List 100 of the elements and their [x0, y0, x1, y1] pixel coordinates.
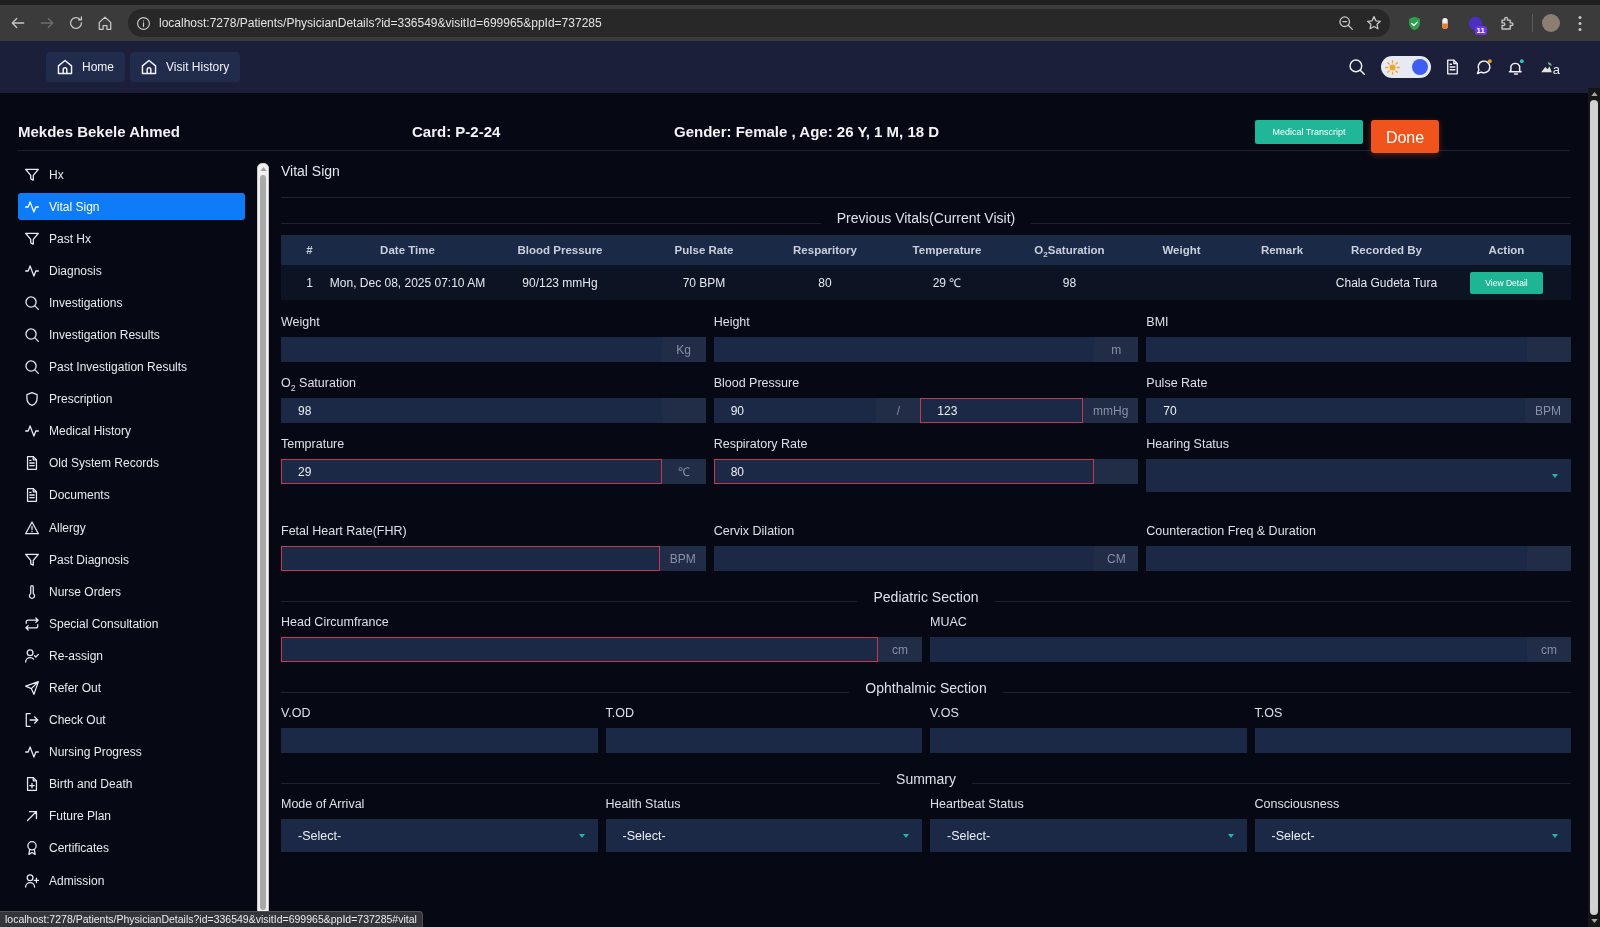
sidebar-item[interactable]: Investigations — [18, 289, 245, 317]
status-url: localhost:7278/Patients/PhysicianDetails?id=336549&visitId=699965&ppId=737285#vital — [0, 911, 423, 927]
sidebar-item[interactable]: Refer Out — [18, 674, 245, 702]
nav-link[interactable]: Home — [46, 52, 125, 82]
section-title: Pediatric Section — [873, 587, 979, 606]
column-header: Resparitory — [793, 244, 857, 256]
section-title: Summary — [896, 769, 956, 788]
sidebar-item[interactable]: Special Consultation — [18, 610, 245, 638]
input-addon — [661, 398, 706, 423]
unit-addon: ℃ — [661, 459, 706, 484]
zoom-icon[interactable] — [1339, 16, 1353, 30]
exit-icon — [25, 713, 39, 728]
input-field[interactable]: 90 — [713, 398, 877, 423]
caret-icon — [1552, 833, 1558, 838]
input-field[interactable]: 80 — [713, 459, 1095, 484]
unit-addon: m — [1094, 337, 1139, 362]
sidebar-item[interactable]: Re-assign — [18, 642, 245, 670]
sidebar-item[interactable]: Past Diagnosis — [18, 546, 245, 574]
sidebar-item[interactable]: Old System Records — [18, 449, 245, 477]
address-bar[interactable]: localhost:7278/Patients/PhysicianDetails?id=336549&visitId=699965&ppId=737285 — [128, 9, 1390, 37]
field-label: Head Circumfrance — [281, 614, 389, 629]
column-header: Date Time — [380, 244, 435, 256]
input-addon — [1094, 459, 1139, 484]
input-field[interactable]: 123 — [920, 398, 1083, 423]
back-icon[interactable] — [11, 16, 25, 30]
select-field[interactable]: -Select- — [281, 819, 598, 852]
theme-toggle[interactable] — [1380, 56, 1431, 78]
column-header: Pulse Rate — [674, 244, 734, 256]
select-field[interactable]: -Select- — [605, 819, 922, 852]
sidebar-item[interactable]: Admission — [18, 867, 245, 895]
star-icon[interactable] — [1367, 16, 1381, 30]
shield-icon — [25, 392, 39, 407]
input-field[interactable] — [713, 546, 1095, 571]
sidebar-item[interactable]: Future Plan — [18, 802, 245, 830]
input-field[interactable] — [281, 728, 598, 753]
sidebar-item[interactable]: Certificates — [18, 834, 245, 862]
input-field[interactable] — [605, 728, 922, 753]
sidebar-item[interactable]: Diagnosis — [18, 257, 245, 285]
sun-icon — [1384, 59, 1400, 75]
puzzle-icon[interactable] — [1500, 15, 1515, 31]
sidebar-item[interactable]: Check Out — [18, 706, 245, 734]
sidebar-item[interactable]: Prescription — [18, 385, 245, 413]
profile-avatar[interactable] — [1542, 14, 1560, 32]
search-icon — [25, 295, 39, 310]
sidebar-item[interactable]: Nurse Orders — [18, 578, 245, 606]
input-field[interactable] — [281, 337, 662, 362]
search-icon[interactable] — [1348, 59, 1365, 75]
select-field[interactable]: -Select- — [1254, 819, 1571, 852]
award-icon — [25, 841, 39, 856]
capsule-icon[interactable] — [1439, 15, 1451, 31]
input-field[interactable] — [281, 637, 878, 662]
patient-demographics: Gender: Female , Age: 26 Y, 1 M, 18 D — [674, 122, 941, 142]
image-alt-text: a — [1552, 62, 1560, 77]
input-field[interactable] — [930, 728, 1247, 753]
sidebar-item[interactable]: Vital Sign — [18, 193, 245, 221]
home-icon[interactable] — [98, 16, 112, 30]
sidebar-item[interactable]: Medical History — [18, 417, 245, 445]
select-field[interactable]: -Select- — [930, 819, 1247, 852]
extension-icon[interactable] — [1468, 15, 1483, 31]
sidebar-item[interactable]: Birth and Death — [18, 770, 245, 798]
input-field[interactable]: 70 — [1146, 398, 1525, 423]
reload-icon[interactable] — [69, 16, 83, 30]
unit-addon: cm — [878, 637, 922, 662]
sidebar-item[interactable]: Past Hx — [18, 225, 245, 253]
table-cell: 90/123 mmHg — [522, 275, 598, 290]
sidebar-item[interactable]: Documents — [18, 481, 245, 509]
menu-dots-icon[interactable] — [1578, 15, 1582, 31]
sidebar-item[interactable]: Investigation Results — [18, 321, 245, 349]
input-field[interactable] — [1146, 337, 1527, 362]
triangle-up-icon — [1590, 92, 1598, 96]
pulse-icon — [25, 263, 39, 278]
field-label: T.OS — [1254, 705, 1283, 720]
select-field[interactable] — [1146, 459, 1571, 492]
repeat-icon — [25, 616, 39, 631]
pulse-icon — [25, 745, 39, 760]
input-field[interactable] — [1254, 728, 1571, 753]
sidebar-item[interactable]: Allergy — [18, 514, 245, 542]
input-field[interactable] — [713, 337, 1095, 362]
sidebar-item[interactable]: Past Investigation Results — [18, 353, 245, 381]
input-field[interactable] — [930, 637, 1527, 662]
input-field[interactable] — [1146, 546, 1527, 571]
field-label: BMI — [1146, 314, 1169, 329]
input-addon — [1527, 546, 1571, 571]
separator-addon: / — [876, 398, 921, 423]
sidebar-item[interactable]: Nursing Progress — [18, 738, 245, 766]
info-icon[interactable] — [137, 16, 150, 30]
input-field[interactable]: 98 — [281, 398, 662, 423]
done-button[interactable]: Done — [1371, 120, 1439, 153]
field-label: Heartbeat Status — [930, 796, 1024, 811]
document-icon[interactable] — [1444, 59, 1460, 75]
input-field[interactable]: 29 — [281, 459, 662, 484]
nav-link[interactable]: Visit History — [130, 52, 241, 82]
input-field[interactable] — [281, 546, 660, 571]
section-title: Ophthalmic Section — [865, 678, 987, 697]
filter-icon — [25, 552, 39, 567]
scrollbar[interactable] — [1588, 88, 1600, 927]
field-label: O$_{2}$ Saturation — [281, 375, 357, 390]
image-icon[interactable] — [1539, 60, 1553, 74]
sidebar-item[interactable]: Hx — [18, 161, 245, 188]
shield-check-icon[interactable] — [1407, 15, 1422, 31]
